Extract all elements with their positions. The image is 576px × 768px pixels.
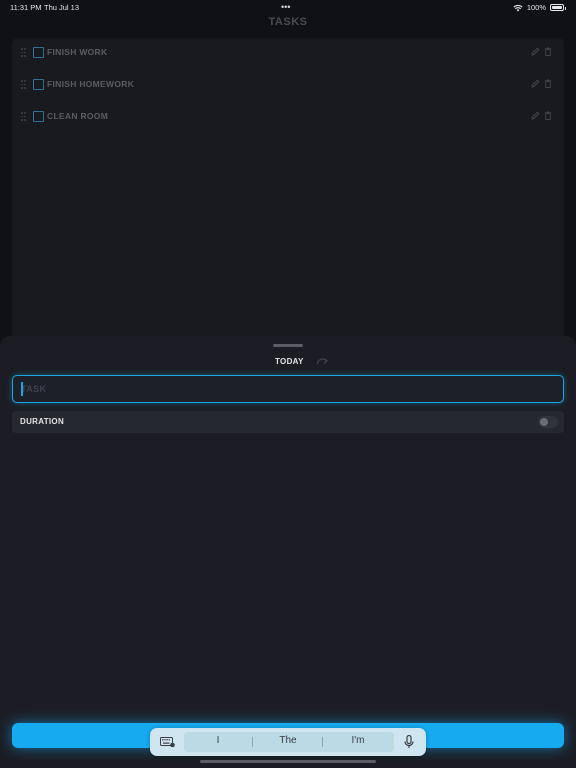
task-list: FINISH WORK FINISH HOMEWORK CLEAN ROOM (12, 38, 564, 358)
task-checkbox[interactable] (33, 111, 44, 122)
suggestion-item[interactable]: The (264, 735, 312, 749)
task-row[interactable]: FINISH HOMEWORK (12, 74, 564, 96)
status-date: Thu Jul 13 (44, 3, 80, 12)
duration-toggle[interactable] (538, 416, 558, 428)
task-label: CLEAN ROOM (47, 111, 109, 121)
multitasking-dots[interactable]: ••• (281, 2, 290, 12)
task-row[interactable]: CLEAN ROOM (12, 106, 564, 128)
trash-icon[interactable] (544, 79, 552, 88)
pencil-icon[interactable] (531, 79, 540, 88)
duration-row[interactable]: DURATION (12, 411, 564, 433)
duration-label: DURATION (20, 417, 65, 426)
pencil-icon[interactable] (531, 111, 540, 120)
microphone-icon[interactable] (404, 735, 414, 749)
task-label: FINISH HOMEWORK (47, 79, 135, 89)
trash-icon[interactable] (544, 47, 552, 56)
battery-percent: 100% (526, 3, 546, 12)
task-label: FINISH WORK (47, 47, 108, 57)
status-bar: 11:31 PM Thu Jul 13 ••• 100% (0, 0, 576, 16)
drag-handle-icon[interactable] (21, 48, 27, 58)
status-right: 100% (513, 3, 566, 12)
drag-handle-icon[interactable] (21, 80, 27, 90)
trash-icon[interactable] (544, 111, 552, 120)
drag-handle-icon[interactable] (21, 112, 27, 122)
keyboard-icon[interactable] (160, 737, 175, 747)
task-row[interactable]: FINISH WORK (12, 42, 564, 64)
pencil-icon[interactable] (531, 47, 540, 56)
keyboard-suggestion-bar: I The I'm (150, 728, 426, 756)
new-task-sheet: TODAY DURATION (0, 336, 576, 768)
repeat-arrow-icon[interactable] (316, 356, 329, 366)
suggestion-item[interactable]: I (194, 735, 242, 749)
wifi-icon (513, 4, 523, 11)
battery-icon (550, 4, 566, 11)
page-title: TASKS (268, 16, 308, 28)
suggestion-divider (322, 737, 323, 747)
status-time: 11:31 PM (10, 3, 42, 12)
tab-today[interactable]: TODAY (275, 357, 304, 366)
task-checkbox[interactable] (33, 79, 44, 90)
task-input[interactable] (12, 375, 564, 403)
sheet-grabber[interactable] (273, 344, 303, 347)
task-checkbox[interactable] (33, 47, 44, 58)
suggestion-item[interactable]: I'm (334, 735, 382, 749)
suggestion-divider (252, 737, 253, 747)
home-indicator (200, 760, 376, 763)
text-cursor (21, 382, 23, 396)
